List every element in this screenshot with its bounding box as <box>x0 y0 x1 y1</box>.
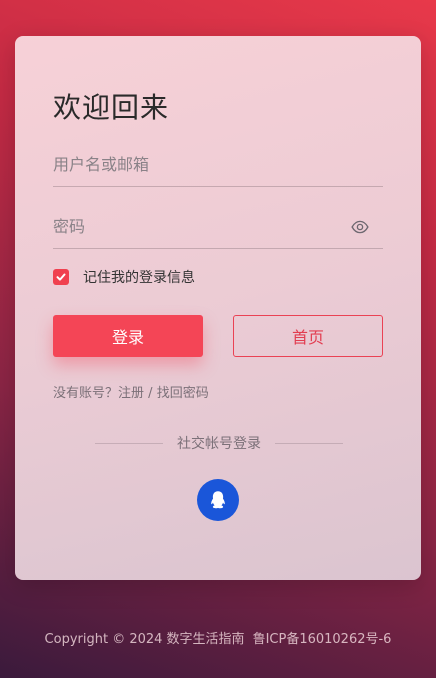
password-field <box>53 206 383 249</box>
page-title: 欢迎回来 <box>53 91 170 124</box>
remember-label: 记住我的登录信息 <box>83 270 195 286</box>
register-link[interactable]: 注册 <box>118 386 144 401</box>
qq-icon <box>211 491 225 509</box>
social-login-label: 社交帐号登录 <box>177 436 261 452</box>
forgot-password-link[interactable]: 找回密码 <box>157 386 209 401</box>
remember-checkbox[interactable] <box>53 269 69 285</box>
username-field <box>53 144 383 187</box>
password-input[interactable] <box>53 206 343 246</box>
check-icon <box>56 273 66 281</box>
social-divider: 社交帐号登录 <box>95 433 343 453</box>
divider-line-left <box>95 442 163 444</box>
icp-link[interactable]: 鲁ICP备16010262号-6 <box>253 632 392 647</box>
home-button[interactable]: 首页 <box>233 315 383 357</box>
qq-login-button[interactable] <box>197 479 239 521</box>
copyright-text: Copyright © 2024 数字生活指南 <box>44 632 245 647</box>
account-links: 没有账号？注册 / 找回密码 <box>53 382 209 401</box>
divider-line-right <box>275 442 343 444</box>
footer: Copyright © 2024 数字生活指南 鲁ICP备16010262号-6 <box>0 628 436 647</box>
links-separator: / <box>144 386 157 401</box>
remember-me: 记住我的登录信息 <box>53 268 195 286</box>
login-button[interactable]: 登录 <box>53 315 203 357</box>
eye-icon[interactable] <box>351 218 369 236</box>
username-input[interactable] <box>53 144 343 184</box>
login-card: 欢迎回来 记住我的登录信息 登录 首页 没有账号？注册 / 找回密码 社交帐号登… <box>15 36 421 580</box>
no-account-text: 没有账号？ <box>53 386 119 401</box>
